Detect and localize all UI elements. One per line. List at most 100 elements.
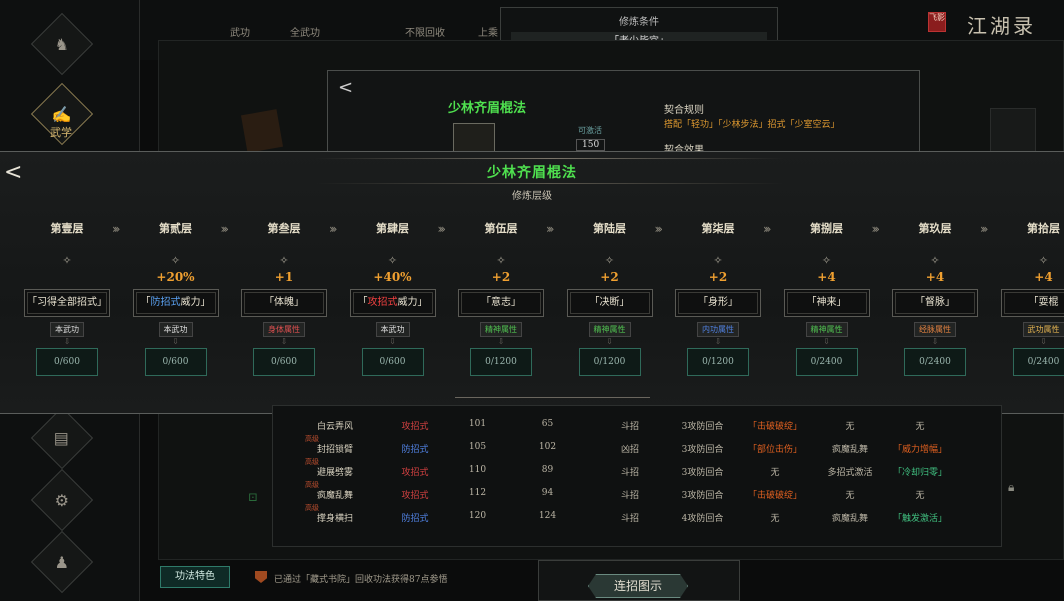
layer-skill-box[interactable]: 「防招式威力」 xyxy=(132,289,219,317)
layer-name: 第壹层 xyxy=(22,214,112,246)
down-arrow-icon: ⇩ xyxy=(497,337,505,346)
layer-skill-box[interactable]: 「耍棍 xyxy=(1000,289,1064,317)
diamond-icon: ✧ xyxy=(821,254,832,267)
table-cell-c7: 无 xyxy=(770,514,780,524)
table-row[interactable]: 封招锁臂 防招式 105 102 凶招 3攻防回合 「部位击伤」 疯魔乱舞 「威力增幅」 高级 xyxy=(300,435,960,460)
layer-bonus: +4 xyxy=(817,270,836,284)
table-cell-c9: 「威力增幅」 xyxy=(892,445,947,455)
combo-diagram-button[interactable]: 连招图示 xyxy=(588,574,688,598)
layer-tag: 精神属性 xyxy=(805,322,848,337)
table-cell-c4: 102 xyxy=(538,442,557,452)
layer-skill-box[interactable]: 「决断」 xyxy=(566,289,653,317)
overlay-bottom-divider xyxy=(455,397,650,398)
chevron-right-icon: ››› xyxy=(329,222,338,236)
available-label: 可激活 xyxy=(578,126,602,135)
table-row[interactable]: 疯魔乱舞 攻招式 112 94 斗招 3攻防回合 「击破破绽」无无高级 xyxy=(300,481,960,506)
layer-bonus: +40% xyxy=(373,270,412,284)
diamond-icon: ✧ xyxy=(387,254,398,267)
table-cell-c4: 124 xyxy=(538,511,557,521)
available-value: 150 xyxy=(576,139,606,151)
overlay-title: 少林齐眉棍法 xyxy=(487,165,577,181)
overlay-subtitle: 修炼层级 xyxy=(512,191,552,202)
chevron-right-icon: ››› xyxy=(112,222,121,236)
table-cell-c9: 无 xyxy=(915,422,925,432)
table-row[interactable]: 撑身横扫 防招式 120 124 斗招 4攻防回合无疯魔乱舞 「触发激活」 高级 xyxy=(300,504,960,529)
match-rule-text: 搭配「轻功」「少林步法」招式「少室空云」 xyxy=(664,120,840,130)
diamond-icon: ✧ xyxy=(930,254,940,267)
layer-tag: 经脉属性 xyxy=(914,322,956,337)
table-cell-c4: 94 xyxy=(541,488,554,498)
layer-name: 第捌层 xyxy=(782,214,872,246)
table-cell-c8: 无 xyxy=(845,422,855,432)
layer-name: 第柒层 xyxy=(673,214,763,246)
layer-column: 第贰层 ✧ +20% 「防招式威力」 本武功 ⇩ 0/600 xyxy=(131,214,221,376)
table-cell-c4: 65 xyxy=(541,419,554,429)
subtitle-ornament xyxy=(315,183,785,184)
diamond-icon: ✧ xyxy=(1038,254,1049,267)
chevron-right-icon: ››› xyxy=(437,222,447,236)
layer-progress: 0/2400 xyxy=(904,348,966,376)
brand-title: 江湖录 xyxy=(967,14,1036,38)
down-arrow-icon: ⇩ xyxy=(931,337,939,346)
table-cell-c7: 「击破破绽」 xyxy=(747,422,802,432)
table-cell-type: 防招式 xyxy=(401,514,429,524)
diamond-icon: ✧ xyxy=(713,254,723,267)
row-grade-tag: 高级 xyxy=(305,435,319,443)
table-cell-c7: 「击破破绽」 xyxy=(747,491,802,501)
skill-suffix: 威力」 xyxy=(180,297,211,308)
layer-name: 第玖层 xyxy=(890,214,980,246)
lock-left-icon: ⊡ xyxy=(248,490,259,504)
layer-skill-box[interactable]: 「意志」 xyxy=(458,289,544,317)
layer-progress: 0/1200 xyxy=(578,348,641,376)
layer-skill-box[interactable]: 「习得全部招式」 xyxy=(24,289,110,317)
layer-column: 第玖层 ✧ +4 「督脉」 经脉属性 ⇩ 0/2400 xyxy=(890,214,980,376)
diamond-icon: ✧ xyxy=(604,254,615,267)
table-cell-c5: 斗招 xyxy=(620,468,639,478)
chevron-right-icon: ››› xyxy=(763,222,772,236)
layer-progress: 0/600 xyxy=(144,348,207,376)
table-row[interactable]: 白云弄风 攻招式 101 65 斗招 3攻防回合 「击破破绽」 无 无 xyxy=(300,414,960,437)
layer-column: 第捌层 ✧ +4 「神来」 精神属性 ⇩ 0/2400 xyxy=(782,214,872,376)
layer-progress: 0/600 xyxy=(361,348,424,376)
moves-table: 白云弄风 攻招式 101 65 斗招 3攻防回合 「击破破绽」无无封招锁臂 防招式 105 102… xyxy=(300,414,960,524)
layer-tag: 身体属性 xyxy=(263,322,305,337)
layer-skill-box[interactable]: 「攻招式威力」 xyxy=(349,289,436,317)
layer-tag: 本武功 xyxy=(50,322,84,337)
skill-prefix: 「 xyxy=(140,297,151,308)
row-grade-tag: 高级 xyxy=(305,481,319,489)
layer-tag: 本武功 xyxy=(158,322,193,337)
table-cell-c5: 斗招 xyxy=(620,422,639,432)
table-cell-c6: 4攻防回合 xyxy=(681,514,724,524)
layer-skill-box[interactable]: 「体魄」 xyxy=(241,289,327,317)
layer-progress: 0/1200 xyxy=(687,348,749,376)
table-cell-c8: 疯魔乱舞 xyxy=(831,514,868,524)
layer-bonus: +2 xyxy=(600,270,619,284)
table-row[interactable]: 避展劈雾 攻招式 110 89 斗招 3攻防回合无多招式激活 「冷却归零」 高级 xyxy=(300,458,960,483)
layer-skill-box[interactable]: 「督脉」 xyxy=(892,289,978,317)
layer-column: 第壹层 ✧ 「习得全部招式」 本武功 ⇩ 0/600 xyxy=(22,214,112,376)
diamond-icon: ✧ xyxy=(279,254,289,267)
seal-stamp: 飞影 xyxy=(928,12,946,32)
layer-progress: 0/1200 xyxy=(470,348,532,376)
row-grade-tag: 高级 xyxy=(305,458,319,466)
table-cell-type: 攻招式 xyxy=(401,491,429,501)
notice-icon xyxy=(255,571,267,583)
background-modal-back-icon[interactable]: < xyxy=(338,77,353,98)
table-cell-c5: 凶招 xyxy=(620,445,639,455)
table-cell-c7: 无 xyxy=(770,468,780,478)
layer-tag: 内功属性 xyxy=(697,322,739,337)
feature-button[interactable]: 功法特色 xyxy=(160,566,230,588)
chevron-right-icon: ››› xyxy=(871,222,881,236)
table-cell-c9: 「冷却归零」 xyxy=(892,468,947,478)
diamond-icon: ✧ xyxy=(170,254,181,267)
skill-highlight: 攻招式 xyxy=(367,297,398,308)
layer-skill-box[interactable]: 「神来」 xyxy=(783,289,870,317)
layer-tag: 武功属性 xyxy=(1022,322,1064,337)
layer-skill-box[interactable]: 「身形」 xyxy=(675,289,761,317)
title-ornament xyxy=(315,158,785,159)
table-cell-c6: 3攻防回合 xyxy=(681,491,724,501)
table-cell-c9: 无 xyxy=(915,491,925,501)
table-cell-c6: 3攻防回合 xyxy=(681,422,724,432)
layer-column: 第肆层 ✧ +40% 「攻招式威力」 本武功 ⇩ 0/600 xyxy=(348,214,438,376)
layer-bonus: +4 xyxy=(925,270,945,284)
